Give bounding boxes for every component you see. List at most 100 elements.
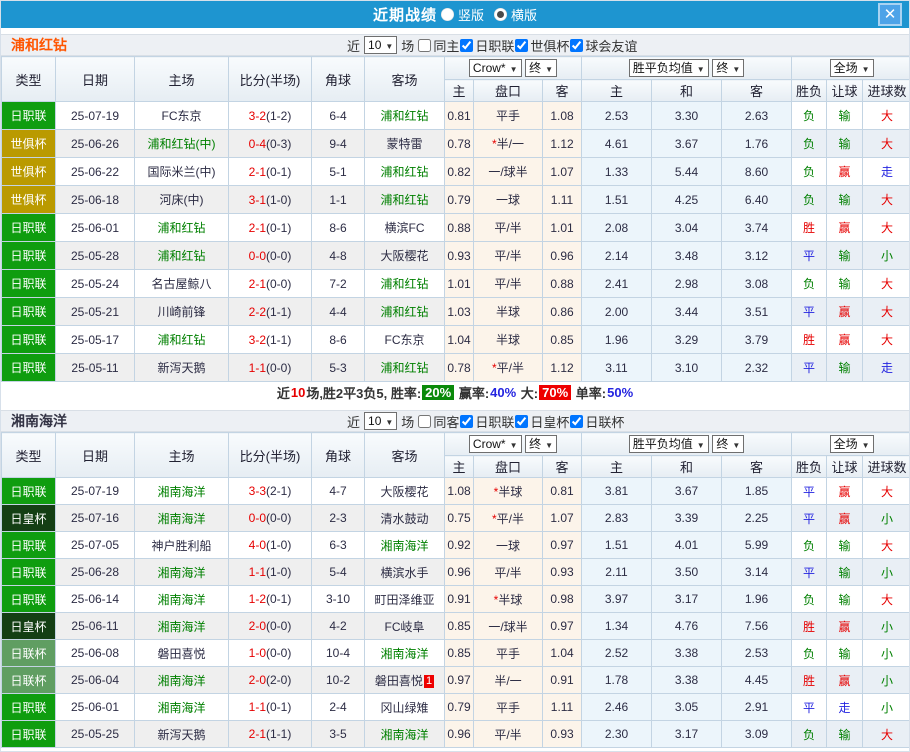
handicap-cell: 平手: [473, 639, 543, 667]
result-cell: 负: [791, 720, 828, 748]
col-mean-draw: 和: [651, 79, 722, 102]
mean-away-cell: 3.08: [720, 269, 793, 298]
col-result: 胜负: [791, 79, 828, 102]
checkbox-input[interactable]: [460, 38, 474, 52]
match-row: 日职联 25-05-17 浦和红钻 3-2(1-1) 8-6 FC东京 1.04 半球 0.85…: [1, 325, 909, 354]
close-button[interactable]: ✕: [878, 3, 902, 26]
handicap-cell: 一球: [473, 185, 543, 214]
goals-result-cell: 大: [862, 101, 909, 130]
match-row: 日职联 25-06-14 湘南海洋 1-2(0-1) 3-10 町田泽维亚 0.91 *半球 0…: [1, 585, 909, 613]
goals-result-cell: 大: [862, 720, 909, 748]
home-team-cell: 河床(中): [134, 185, 229, 214]
corners-cell: 4-7: [311, 477, 365, 505]
corners-cell: 5-4: [311, 558, 365, 586]
handicap-cell: 平/半: [473, 269, 543, 298]
summary-segment: 大:: [517, 385, 539, 401]
result-cell: 胜: [791, 213, 828, 242]
goals-result-cell: 大: [862, 269, 909, 298]
date-cell: 25-06-08: [55, 639, 135, 667]
filter-checkbox[interactable]: 同主: [418, 36, 459, 55]
mean-draw-cell: 3.39: [651, 504, 722, 532]
scope-select[interactable]: 全场: [829, 435, 874, 453]
col-home: 主场: [134, 56, 229, 102]
checkbox-input[interactable]: [460, 414, 474, 428]
handicap-cell: 一球: [473, 531, 543, 559]
away-odds-cell: 1.07: [542, 157, 582, 186]
checkbox-input[interactable]: [515, 38, 529, 52]
goals-result-cell: 大: [862, 585, 909, 613]
home-team-cell: 湘南海洋: [134, 504, 229, 532]
checkbox-input[interactable]: [418, 38, 432, 52]
home-odds-cell: 0.92: [444, 531, 474, 559]
mean-time-select[interactable]: 终: [712, 59, 745, 77]
handicap-result-cell: 输: [826, 720, 864, 748]
handicap-result-cell: 赢: [826, 504, 864, 532]
mean-time-select[interactable]: 终: [712, 435, 745, 453]
mean-select[interactable]: 胜平负均值: [628, 59, 709, 77]
checkbox-input[interactable]: [418, 414, 432, 428]
goals-result-cell: 大: [862, 129, 909, 158]
filter-checkbox[interactable]: 同客: [418, 412, 459, 431]
mean-group-header: 胜平负均值 终: [580, 432, 793, 456]
away-odds-cell: 0.97: [542, 531, 582, 559]
date-cell: 25-05-28: [55, 241, 135, 270]
checkbox-input[interactable]: [515, 414, 529, 428]
layout-radio-option[interactable]: 竖版: [440, 5, 484, 24]
col-corners: 角球: [311, 432, 365, 478]
match-row: 日职联 25-06-01 湘南海洋 1-1(0-1) 2-4 冈山绿雉 0.79 平手 1.11…: [1, 693, 909, 721]
games-count-select[interactable]: 10: [364, 412, 398, 430]
summary-segment: 单率:: [572, 385, 607, 401]
radio-icon[interactable]: [440, 8, 454, 21]
result-cell: 负: [791, 185, 828, 214]
col-handicap-result: 让球: [826, 79, 864, 102]
bookmaker-select[interactable]: Crow*: [468, 435, 522, 453]
handicap-result-cell: 赢: [826, 157, 864, 186]
home-odds-cell: 1.03: [444, 297, 474, 326]
checkbox-input[interactable]: [570, 38, 584, 52]
score-cell: 1-1(0-1): [228, 693, 312, 721]
odds-time-select[interactable]: 终: [525, 59, 558, 77]
result-cell: 平: [791, 693, 828, 721]
radio-icon[interactable]: [494, 8, 507, 21]
checkbox-input[interactable]: [570, 414, 584, 428]
handicap-cell: *平/半: [473, 504, 543, 532]
competition-cell: 日皇杯: [1, 504, 56, 532]
filter-checkbox[interactable]: 日皇杯: [515, 412, 569, 431]
games-count-select[interactable]: 10: [364, 36, 398, 54]
away-team-cell: 湘南海洋: [364, 639, 445, 667]
mean-draw-cell: 3.67: [651, 129, 722, 158]
mean-select[interactable]: 胜平负均值: [628, 435, 709, 453]
home-team-cell: 湘南海洋: [134, 666, 229, 694]
filter-checkbox[interactable]: 球会友谊: [570, 36, 637, 55]
handicap-result-cell: 输: [826, 353, 864, 382]
home-team-cell: 湘南海洋: [134, 612, 229, 640]
competition-cell: 日职联: [1, 720, 56, 748]
mean-draw-cell: 3.30: [651, 101, 722, 130]
filter-checkbox[interactable]: 世俱杯: [515, 36, 569, 55]
mean-draw-cell: 3.10: [651, 353, 722, 382]
result-cell: 负: [791, 129, 828, 158]
competition-cell: 世俱杯: [1, 185, 56, 214]
mean-draw-cell: 4.25: [651, 185, 722, 214]
handicap-cell: 平手: [473, 101, 543, 130]
home-team-cell: 湘南海洋: [134, 477, 229, 505]
handicap-result-cell: 走: [826, 693, 864, 721]
date-cell: 25-06-01: [55, 693, 135, 721]
bookmaker-select[interactable]: Crow*: [468, 59, 522, 77]
away-odds-cell: 0.96: [542, 241, 582, 270]
filter-checkbox[interactable]: 日联杯: [570, 412, 624, 431]
mean-away-cell: 4.45: [720, 666, 793, 694]
layout-radio-selected[interactable]: 横版: [494, 5, 537, 24]
date-cell: 25-05-11: [55, 353, 135, 382]
handicap-result-cell: 赢: [826, 297, 864, 326]
date-cell: 25-05-25: [55, 720, 135, 748]
scope-select[interactable]: 全场: [829, 59, 874, 77]
handicap-cell: *半球: [473, 585, 543, 613]
col-date: 日期: [55, 56, 135, 102]
col-goals: 进球数: [862, 79, 909, 102]
filter-checkbox[interactable]: 日职联: [460, 36, 514, 55]
home-odds-cell: 1.04: [444, 325, 474, 354]
filter-checkbox[interactable]: 日职联: [460, 412, 514, 431]
odds-time-select[interactable]: 终: [525, 435, 558, 453]
mean-home-cell: 1.78: [581, 666, 652, 694]
